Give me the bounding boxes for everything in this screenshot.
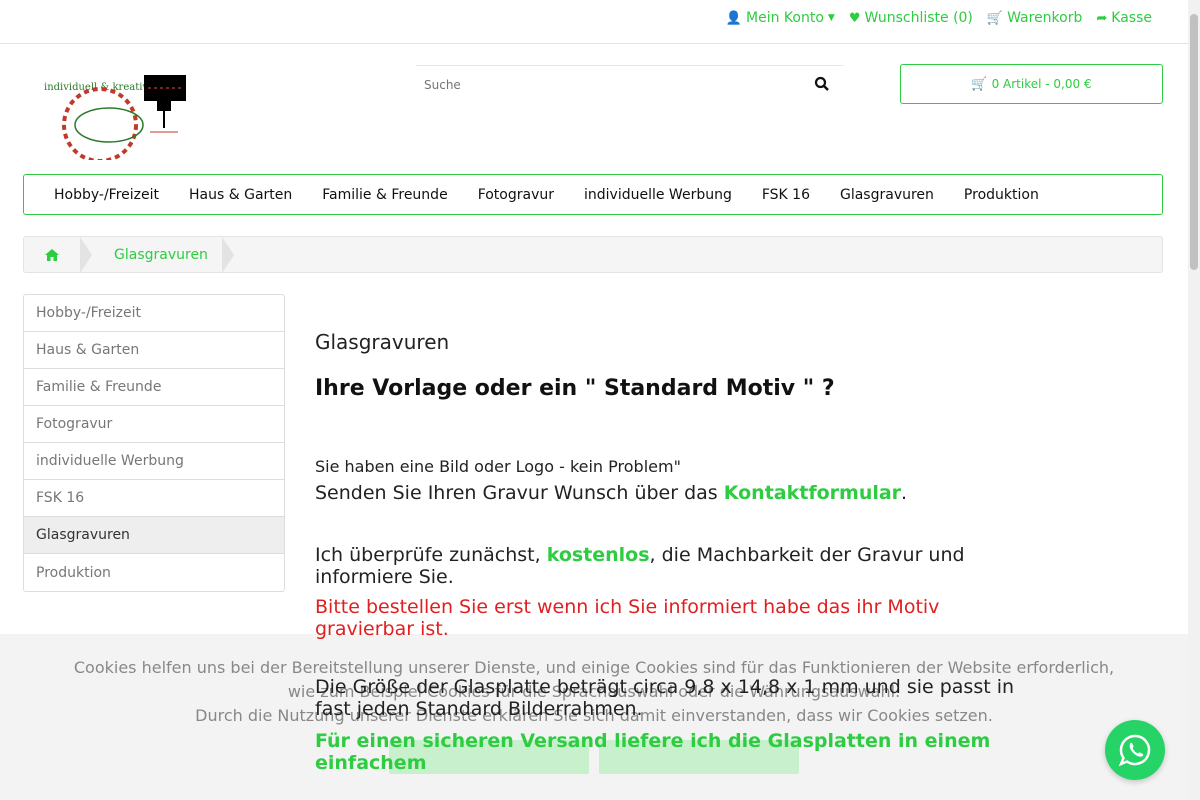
- user-icon: 👤: [725, 10, 743, 26]
- nav-item-haus-garten[interactable]: Haus & Garten: [174, 187, 307, 203]
- heart-icon: ♥: [848, 10, 861, 26]
- checkout-link[interactable]: ➦ Kasse: [1096, 10, 1152, 26]
- nav-item-hobby-freizeit[interactable]: Hobby-/Freizeit: [39, 187, 174, 203]
- nav-item-glasgravuren[interactable]: Glasgravuren: [825, 187, 949, 203]
- logo-image: individuell & kreativ: [44, 75, 186, 163]
- breadcrumb-home[interactable]: [24, 237, 80, 272]
- nav-item-familie-freunde[interactable]: Familie & Freunde: [307, 187, 462, 203]
- page-title: Glasgravuren: [315, 330, 450, 354]
- nav-item-produktion[interactable]: Produktion: [949, 187, 1054, 203]
- search-icon: [814, 76, 829, 91]
- sidebar-item-produktion[interactable]: Produktion: [24, 554, 284, 591]
- nav-item-individuelle-werbung[interactable]: individuelle Werbung: [569, 187, 747, 203]
- scrollbar-thumb[interactable]: [1190, 14, 1198, 270]
- paragraph-contact: Senden Sie Ihren Gravur Wunsch über das …: [315, 482, 908, 504]
- paragraph-shipping: Für einen sicheren Versand liefere ich d…: [315, 730, 991, 774]
- home-icon: [45, 248, 59, 261]
- cart-button[interactable]: 🛒 0 Artikel - 0,00 €: [900, 64, 1163, 104]
- top-nav: 👤 Mein Konto ▼ ♥ Wunschliste (0) 🛒 Warenkorb…: [726, 10, 1152, 26]
- breadcrumb-separator: [80, 236, 92, 273]
- share-icon: ➦: [1096, 10, 1108, 26]
- breadcrumb-separator: [221, 236, 234, 273]
- sidebar-item-fsk-16[interactable]: FSK 16: [24, 480, 284, 517]
- logo[interactable]: individuell & kreativ: [40, 70, 190, 163]
- whatsapp-icon: [1118, 734, 1151, 767]
- search-button[interactable]: [814, 76, 834, 96]
- main-content: Glasgravuren Ihre Vorlage oder ein " Sta…: [315, 330, 1015, 774]
- caret-down-icon: ▼: [827, 13, 835, 23]
- account-link[interactable]: 👤 Mein Konto ▼: [726, 10, 835, 26]
- sidebar-item-glasgravuren[interactable]: Glasgravuren: [24, 517, 284, 554]
- wishlist-link[interactable]: ♥ Wunschliste (0): [849, 10, 973, 26]
- top-bar: 👤 Mein Konto ▼ ♥ Wunschliste (0) 🛒 Warenkorb…: [0, 0, 1188, 44]
- cart-icon: 🛒: [971, 76, 988, 92]
- contact-form-link[interactable]: Kontaktformular: [724, 482, 901, 504]
- main-nav: Hobby-/Freizeit Haus & Garten Familie & …: [23, 174, 1163, 215]
- sidebar: Hobby-/Freizeit Haus & Garten Familie & …: [23, 294, 285, 592]
- nav-item-fotogravur[interactable]: Fotogravur: [463, 187, 569, 203]
- sidebar-item-familie-freunde[interactable]: Familie & Freunde: [24, 369, 284, 406]
- paragraph-check: Ich überprüfe zunächst, kostenlos, die M…: [315, 544, 965, 588]
- paragraph-logo: Sie haben eine Bild oder Logo - kein Pro…: [315, 457, 681, 476]
- sidebar-item-hobby-freizeit[interactable]: Hobby-/Freizeit: [24, 295, 284, 332]
- nav-item-fsk-16[interactable]: FSK 16: [747, 187, 825, 203]
- sidebar-item-individuelle-werbung[interactable]: individuelle Werbung: [24, 443, 284, 480]
- headline: Ihre Vorlage oder ein " Standard Motiv "…: [315, 376, 835, 401]
- cart-icon: 🛒: [986, 10, 1004, 26]
- whatsapp-button[interactable]: [1105, 720, 1165, 780]
- scrollbar[interactable]: [1188, 0, 1200, 800]
- search-bar: [416, 65, 844, 105]
- sidebar-item-fotogravur[interactable]: Fotogravur: [24, 406, 284, 443]
- breadcrumb-item-glasgravuren[interactable]: Glasgravuren: [92, 237, 222, 272]
- search-input[interactable]: [416, 66, 776, 104]
- warning-text: Bitte bestellen Sie erst wenn ich Sie in…: [315, 596, 940, 640]
- breadcrumb: Glasgravuren: [23, 236, 1163, 273]
- paragraph-size: Die Größe der Glasplatte beträgt circa 9…: [315, 676, 1015, 720]
- sidebar-item-haus-garten[interactable]: Haus & Garten: [24, 332, 284, 369]
- free-highlight: kostenlos: [546, 544, 650, 566]
- cart-link[interactable]: 🛒 Warenkorb: [987, 10, 1082, 26]
